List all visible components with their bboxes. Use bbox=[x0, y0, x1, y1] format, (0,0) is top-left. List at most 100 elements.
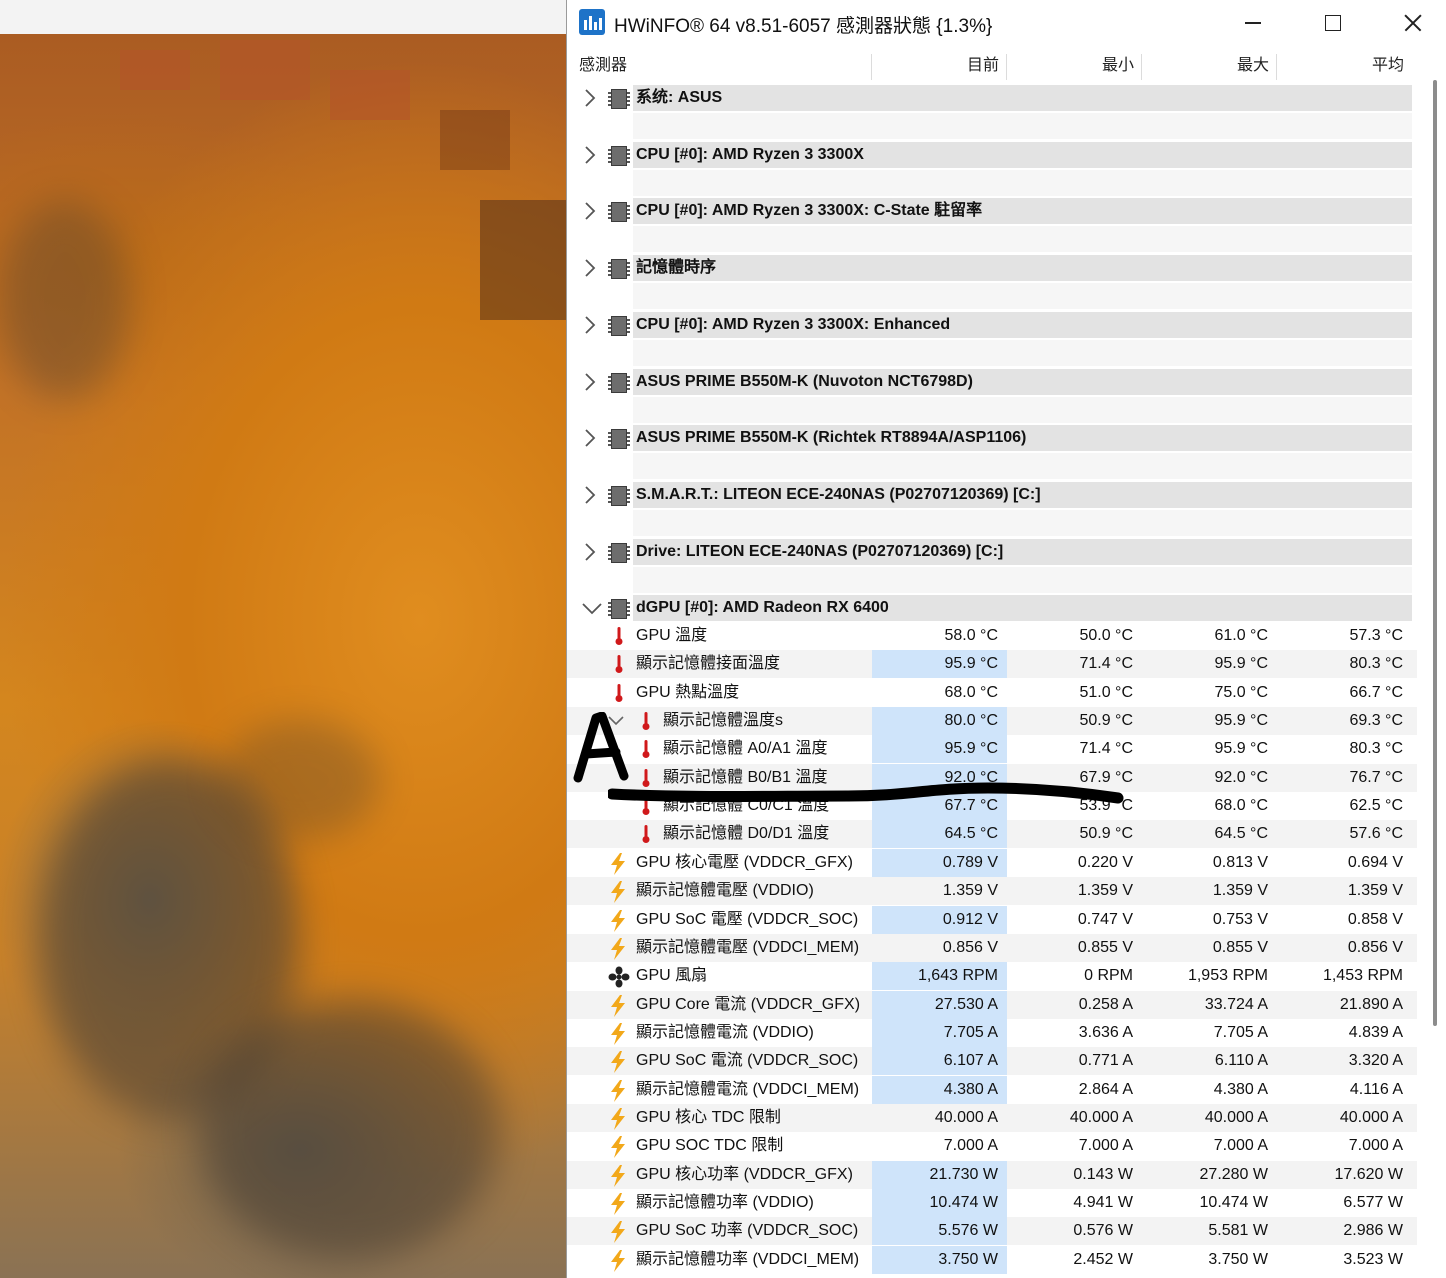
sensor-group-row[interactable]: CPU [#0]: AMD Ryzen 3 3300X bbox=[567, 140, 1417, 170]
lightning-icon bbox=[608, 938, 628, 960]
sensor-row[interactable]: GPU 溫度 58.0 °C 50.0 °C 61.0 °C 57.3 °C bbox=[567, 622, 1417, 650]
sensor-group-label: CPU [#0]: AMD Ryzen 3 3300X bbox=[636, 146, 864, 163]
minimize-button[interactable] bbox=[1217, 0, 1287, 46]
sensor-row[interactable]: 顯示記憶體 D0/D1 溫度 64.5 °C 50.9 °C 64.5 °C 57.6 … bbox=[567, 820, 1417, 848]
thermometer-icon bbox=[609, 654, 629, 674]
sensor-avg-value: 2.986 W bbox=[1343, 1222, 1403, 1239]
sensor-row[interactable]: GPU SoC 電壓 (VDDCR_SOC) 0.912 V 0.747 V 0.75… bbox=[567, 906, 1417, 934]
sensor-group-row[interactable]: ASUS PRIME B550M-K (Nuvoton NCT6798D) bbox=[567, 367, 1417, 397]
sensor-row[interactable]: GPU SoC 功率 (VDDCR_SOC) 5.576 W 0.576 W 5.58… bbox=[567, 1217, 1417, 1245]
sensor-row[interactable]: GPU SOC TDC 限制 7.000 A 7.000 A 7.000 A 7.000… bbox=[567, 1132, 1417, 1160]
chevron-down-icon[interactable] bbox=[581, 598, 602, 618]
thermometer-icon bbox=[636, 711, 656, 731]
sensor-row[interactable]: 顯示記憶體接面溫度 95.9 °C 71.4 °C 95.9 °C 80.3 °C bbox=[567, 650, 1417, 678]
sensor-current-value: 40.000 A bbox=[934, 1109, 998, 1126]
sensor-max-value: 1,953 RPM bbox=[1187, 967, 1268, 984]
sensor-name: GPU SoC 電壓 (VDDCR_SOC) bbox=[636, 911, 859, 928]
sensor-avg-value: 0.856 V bbox=[1347, 939, 1403, 956]
sensor-max-value: 5.581 W bbox=[1208, 1222, 1268, 1239]
sensor-row[interactable]: 顯示記憶體功率 (VDDIO) 10.474 W 4.941 W 10.474 W 6.… bbox=[567, 1189, 1417, 1217]
sensor-row[interactable]: 顯示記憶體電流 (VDDIO) 7.705 A 3.636 A 7.705 A 4.83… bbox=[567, 1019, 1417, 1047]
lightning-icon bbox=[608, 1023, 628, 1045]
sensor-max-value: 64.5 °C bbox=[1214, 825, 1268, 842]
sensor-max-value: 0.855 V bbox=[1212, 939, 1268, 956]
close-button[interactable] bbox=[1376, 0, 1446, 46]
sensor-row[interactable]: GPU Core 電流 (VDDCR_GFX) 27.530 A 0.258 A 33… bbox=[567, 991, 1417, 1019]
sensor-avg-value: 17.620 W bbox=[1334, 1166, 1403, 1183]
column-avg[interactable]: 平均 bbox=[1277, 52, 1404, 80]
desktop-top-strip bbox=[0, 0, 566, 34]
chip-icon bbox=[608, 373, 630, 393]
sensor-max-value: 75.0 °C bbox=[1214, 684, 1268, 701]
sensor-avg-value: 21.890 A bbox=[1339, 996, 1403, 1013]
sensor-name: GPU 溫度 bbox=[636, 627, 708, 644]
sensor-min-value: 2.864 A bbox=[1078, 1081, 1133, 1098]
sensor-current-value: 7.000 A bbox=[943, 1137, 998, 1154]
sensor-max-value: 1.359 V bbox=[1212, 882, 1268, 899]
column-min[interactable]: 最小 bbox=[1007, 52, 1134, 80]
sensor-current-value: 27.530 A bbox=[872, 991, 1007, 1019]
chevron-right-icon[interactable] bbox=[581, 258, 599, 278]
chevron-right-icon[interactable] bbox=[581, 372, 599, 392]
chevron-right-icon[interactable] bbox=[581, 315, 599, 335]
sensor-group-row[interactable]: 記憶體時序 bbox=[567, 253, 1417, 283]
marker-strike-line bbox=[608, 782, 1124, 804]
sensor-group-row[interactable]: CPU [#0]: AMD Ryzen 3 3300X: Enhanced bbox=[567, 310, 1417, 340]
sensor-avg-value: 66.7 °C bbox=[1349, 684, 1403, 701]
title-bar[interactable]: HWiNFO® 64 v8.51-6057 感測器狀態 {1.3%} bbox=[567, 0, 1446, 46]
chevron-right-icon[interactable] bbox=[581, 88, 599, 108]
vertical-scrollbar[interactable] bbox=[1433, 80, 1437, 1026]
sensor-name: GPU 核心電壓 (VDDCR_GFX) bbox=[636, 854, 853, 871]
chevron-right-icon[interactable] bbox=[581, 485, 599, 505]
sensor-current-value: 0.789 V bbox=[872, 849, 1007, 877]
sensor-row[interactable]: GPU 風扇 1,643 RPM 0 RPM 1,953 RPM 1,453 RPM bbox=[567, 962, 1417, 990]
sensor-current-value: 1,643 RPM bbox=[872, 962, 1007, 990]
sensor-row[interactable]: GPU SoC 電流 (VDDCR_SOC) 6.107 A 0.771 A 6.11… bbox=[567, 1047, 1417, 1075]
sensor-group-row[interactable]: Drive: LITEON ECE-240NAS (P02707120369) … bbox=[567, 537, 1417, 567]
sensor-row[interactable]: 顯示記憶體電流 (VDDCI_MEM) 4.380 A 2.864 A 4.380 A… bbox=[567, 1076, 1417, 1104]
sensor-current-value: 1.359 V bbox=[942, 882, 998, 899]
sensor-current-value: 21.730 W bbox=[872, 1161, 1007, 1189]
thermometer-icon bbox=[609, 683, 629, 703]
sensor-name: 顯示記憶體接面溫度 bbox=[636, 655, 781, 672]
sensor-row[interactable]: 顯示記憶體電壓 (VDDCI_MEM) 0.856 V 0.855 V 0.855 V… bbox=[567, 934, 1417, 962]
sensor-name: 顯示記憶體 D0/D1 溫度 bbox=[663, 825, 830, 842]
sensor-row[interactable]: 顯示記憶體電壓 (VDDIO) 1.359 V 1.359 V 1.359 V 1.35… bbox=[567, 877, 1417, 905]
sensor-group-row[interactable]: 系统: ASUS bbox=[567, 83, 1417, 113]
column-max[interactable]: 最大 bbox=[1142, 52, 1269, 80]
chevron-right-icon[interactable] bbox=[581, 145, 599, 165]
sensor-name: GPU 風扇 bbox=[636, 967, 708, 984]
chevron-right-icon[interactable] bbox=[581, 542, 599, 562]
sensor-avg-value: 1,453 RPM bbox=[1322, 967, 1403, 984]
chevron-right-icon[interactable] bbox=[581, 428, 599, 448]
sensor-row[interactable]: GPU 核心 TDC 限制 40.000 A 40.000 A 40.000 A 40.… bbox=[567, 1104, 1417, 1132]
sensor-row[interactable]: 顯示記憶體 A0/A1 溫度 95.9 °C 71.4 °C 95.9 °C 80.3 … bbox=[567, 735, 1417, 763]
sensor-row[interactable]: GPU 核心功率 (VDDCR_GFX) 21.730 W 0.143 W 27.28… bbox=[567, 1161, 1417, 1189]
sensor-row[interactable]: GPU 核心電壓 (VDDCR_GFX) 0.789 V 0.220 V 0.813 … bbox=[567, 849, 1417, 877]
chip-icon bbox=[608, 599, 630, 619]
sensor-min-value: 0 RPM bbox=[1084, 967, 1133, 984]
sensor-avg-value: 80.3 °C bbox=[1349, 740, 1403, 757]
sensor-name: GPU 核心 TDC 限制 bbox=[636, 1109, 781, 1126]
sensor-avg-value: 1.359 V bbox=[1347, 882, 1403, 899]
chevron-right-icon[interactable] bbox=[581, 201, 599, 221]
column-current[interactable]: 目前 bbox=[872, 52, 999, 80]
sensor-max-value: 33.724 A bbox=[1204, 996, 1268, 1013]
sensor-group-row[interactable]: dGPU [#0]: AMD Radeon RX 6400 bbox=[567, 593, 1417, 623]
sensor-row[interactable]: GPU 熱點溫度 68.0 °C 51.0 °C 75.0 °C 66.7 °C bbox=[567, 679, 1417, 707]
sensor-min-value: 0.258 A bbox=[1078, 996, 1133, 1013]
lightning-icon bbox=[608, 1051, 628, 1073]
sensor-row[interactable]: 顯示記憶體功率 (VDDCI_MEM) 3.750 W 2.452 W 3.750 W… bbox=[567, 1246, 1417, 1274]
sensor-avg-value: 4.116 A bbox=[1349, 1081, 1403, 1098]
sensor-group-row[interactable]: CPU [#0]: AMD Ryzen 3 3300X: C-State 駐留率 bbox=[567, 196, 1417, 226]
column-sensor[interactable]: 感測器 bbox=[579, 52, 627, 80]
sensor-group-label: dGPU [#0]: AMD Radeon RX 6400 bbox=[636, 599, 889, 616]
chip-icon bbox=[608, 316, 630, 336]
sensor-group-row[interactable]: ASUS PRIME B550M-K (Richtek RT8894A/ASP1… bbox=[567, 423, 1417, 453]
sensor-row[interactable]: 顯示記憶體溫度s 80.0 °C 50.9 °C 95.9 °C 69.3 °C bbox=[567, 707, 1417, 735]
thermometer-icon bbox=[609, 626, 629, 646]
sensor-group-row[interactable]: S.M.A.R.T.: LITEON ECE-240NAS (P02707120… bbox=[567, 480, 1417, 510]
maximize-button[interactable] bbox=[1297, 0, 1367, 46]
chip-icon bbox=[608, 146, 630, 166]
maximize-icon bbox=[1325, 15, 1341, 31]
